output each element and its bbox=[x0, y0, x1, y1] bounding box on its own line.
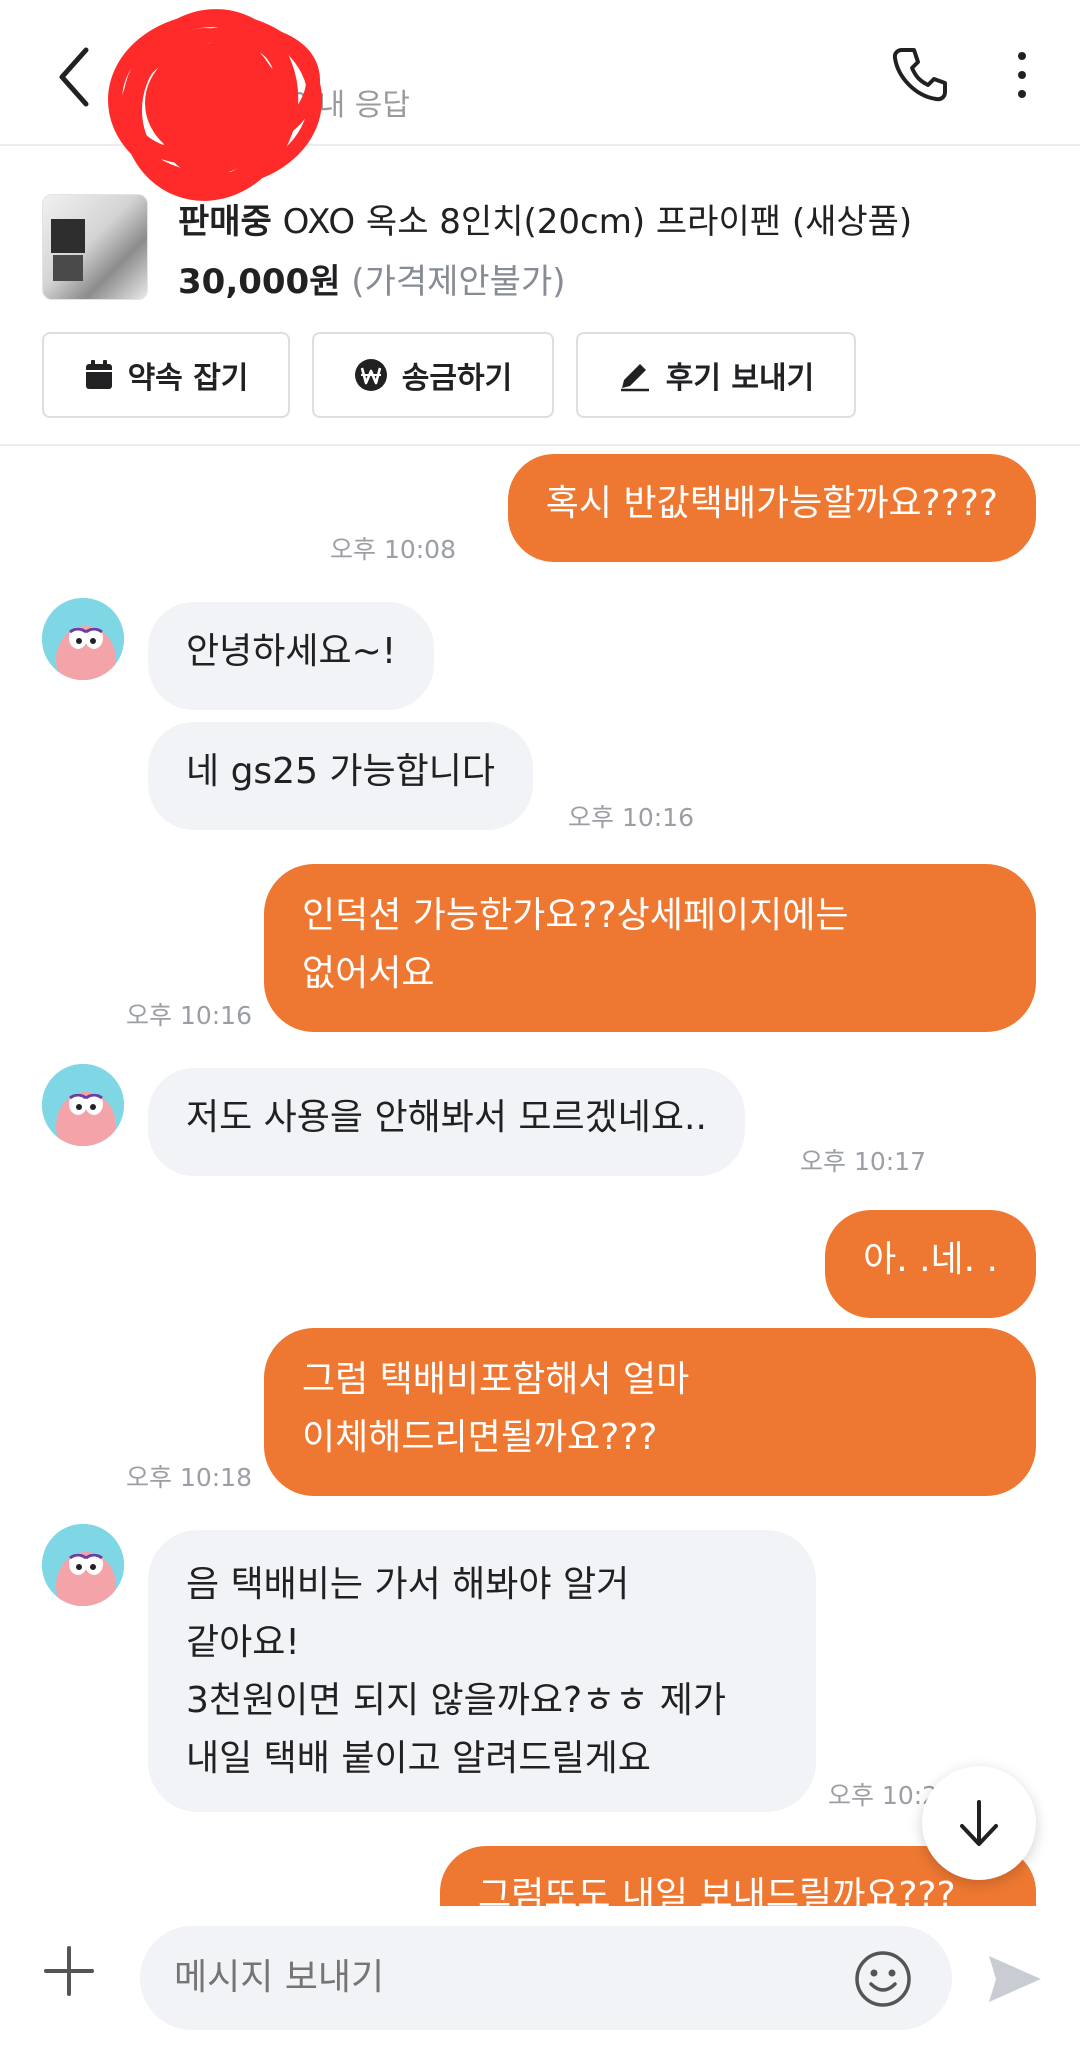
transfer-button-label: 송금하기 bbox=[401, 361, 513, 396]
price-note: (가격제안불가) bbox=[351, 262, 566, 302]
message-input-bar bbox=[0, 1906, 1080, 2051]
message-time: 오후 10:16 bbox=[568, 803, 694, 832]
send-review-button-label: 후기 보내기 bbox=[665, 361, 815, 396]
outgoing-message-bubble[interactable]: 인덕션 가능한가요??상세페이지에는 없어서요 bbox=[264, 864, 1036, 1032]
product-price: 30,000원 bbox=[178, 262, 341, 302]
message-line: 이체해드리면될까요??? bbox=[302, 1417, 658, 1458]
product-summary: 판매중 OXO 옥소 8인치(20cm) 프라이팬 (새상품) 30,000원 … bbox=[0, 146, 1080, 446]
avatar-image bbox=[42, 598, 124, 680]
pencil-icon bbox=[620, 364, 649, 392]
product-thumbnail[interactable] bbox=[42, 194, 148, 300]
avatar[interactable] bbox=[42, 598, 124, 680]
incoming-message-bubble[interactable]: 네 gs25 가능합니다 bbox=[148, 722, 534, 830]
chat-header: C 보통 10분 이내 응답 bbox=[0, 0, 1080, 201]
schedule-button-label: 약속 잡기 bbox=[127, 361, 249, 396]
message-line: 내일 택배 붙이고 알려드릴게요 bbox=[186, 1738, 651, 1779]
message-line: 3천원이면 되지 않을까요?ㅎㅎ 제가 bbox=[186, 1680, 727, 1721]
won-coin-icon bbox=[354, 359, 387, 391]
message-line: 인덕션 가능한가요??상세페이지에는 bbox=[302, 895, 849, 936]
message-list[interactable]: 혹시 반값택배가능할까요???? 오후 10:08 안녕하세요~! 네 gs25… bbox=[0, 446, 1080, 1906]
avatar-image bbox=[42, 1524, 124, 1606]
incoming-message-bubble[interactable]: 안녕하세요~! bbox=[148, 602, 435, 710]
incoming-message-bubble[interactable]: 음 택배비는 가서 해봐야 알거 같아요! 3천원이면 되지 않을까요?ㅎㅎ 제… bbox=[148, 1530, 816, 1812]
message-time: 오후 10:17 bbox=[800, 1147, 926, 1176]
calendar-icon bbox=[85, 360, 112, 389]
incoming-message-bubble[interactable]: 저도 사용을 안해봐서 모르겠네요.. bbox=[148, 1068, 745, 1176]
message-input[interactable] bbox=[140, 1926, 952, 2030]
message-time: 오후 10:16 bbox=[126, 1001, 252, 1030]
avatar[interactable] bbox=[42, 1524, 124, 1606]
scroll-to-bottom-button[interactable] bbox=[922, 1766, 1036, 1880]
message-line: 없어서요 bbox=[302, 953, 435, 994]
sale-status: 판매중 bbox=[178, 202, 272, 242]
product-price-row: 30,000원 (가격제안불가) bbox=[178, 254, 566, 303]
message-time: 오후 10:08 bbox=[330, 535, 456, 564]
send-review-button[interactable]: 후기 보내기 bbox=[576, 332, 856, 418]
avatar-image bbox=[42, 1064, 124, 1146]
outgoing-message-bubble[interactable]: 혹시 반값택배가능할까요???? bbox=[507, 454, 1036, 562]
outgoing-message-bubble[interactable]: 아. .네. . bbox=[825, 1210, 1036, 1318]
product-title[interactable]: 판매중 OXO 옥소 8인치(20cm) 프라이팬 (새상품) bbox=[178, 194, 912, 243]
thumbnail-box-graphic bbox=[51, 219, 85, 253]
phone-icon[interactable] bbox=[890, 44, 950, 104]
message-line: 같아요! bbox=[186, 1622, 300, 1663]
scroll-down-arrow-icon bbox=[960, 1800, 998, 1846]
message-line: 그럼 택배비포함해서 얼마 bbox=[302, 1359, 690, 1400]
message-line: 음 택배비는 가서 해봐야 알거 bbox=[186, 1564, 630, 1605]
product-name: OXO 옥소 8인치(20cm) 프라이팬 (새상품) bbox=[282, 202, 913, 242]
more-vertical-icon[interactable] bbox=[1010, 50, 1034, 100]
schedule-button[interactable]: 약속 잡기 bbox=[42, 332, 290, 418]
avatar[interactable] bbox=[42, 1064, 124, 1146]
transfer-button[interactable]: 송금하기 bbox=[312, 332, 554, 418]
plus-icon[interactable] bbox=[42, 1944, 96, 1998]
send-icon[interactable] bbox=[986, 1950, 1044, 2008]
message-time: 오후 10:18 bbox=[126, 1463, 252, 1492]
emoji-icon[interactable] bbox=[854, 1950, 912, 2008]
outgoing-message-bubble[interactable]: 그럼 택배비포함해서 얼마 이체해드리면될까요??? bbox=[264, 1328, 1036, 1496]
thumbnail-box-graphic bbox=[53, 255, 83, 281]
